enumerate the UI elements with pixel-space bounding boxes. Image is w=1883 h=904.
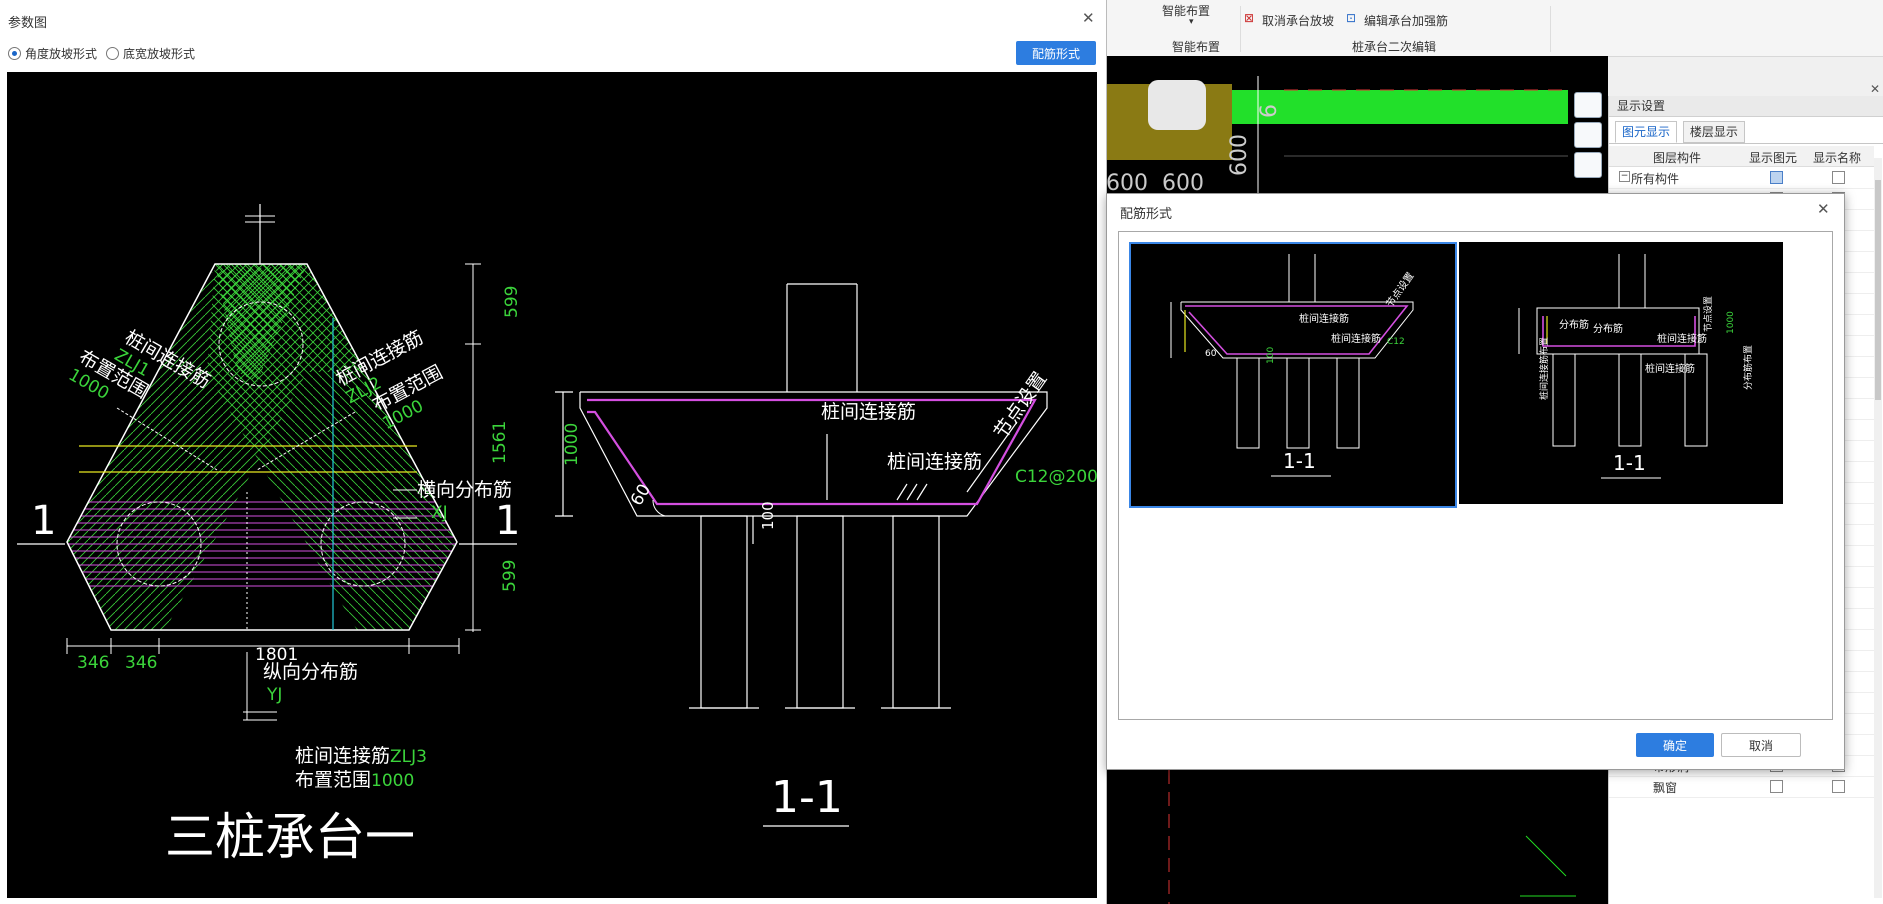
bottom-dim: 100 <box>759 501 777 530</box>
row-label: 飘窗 <box>1653 781 1678 795</box>
thumb1-label: C12 <box>1387 337 1405 347</box>
thumb2-label: 分布筋布置 <box>1742 345 1754 390</box>
thumb2-label: 桩间连接筋 <box>1657 332 1707 345</box>
ribbon-divider <box>1550 6 1551 52</box>
dialog-title: 配筋形式 <box>1120 207 1173 222</box>
cancel-slope-button[interactable]: 取消承台放坡 <box>1262 12 1334 29</box>
cube-view-icon[interactable] <box>1574 152 1602 178</box>
thumb2-label: 分布筋 <box>1559 318 1589 331</box>
cad-dim-label: 600 <box>1227 134 1252 176</box>
close-icon[interactable]: ✕ <box>1817 200 1830 218</box>
thumb1-label: 节点设置 <box>1384 270 1417 310</box>
view-toolbar <box>1568 88 1606 198</box>
spec-label: C12@200 <box>1015 467 1097 487</box>
tab-floor-display[interactable]: 楼层显示 <box>1682 121 1745 143</box>
section-title: 1-1 <box>771 772 843 823</box>
table-row-all[interactable]: − 所有构件 <box>1609 167 1874 189</box>
scrollbar[interactable] <box>1874 158 1882 898</box>
rebar-option-1[interactable]: 桩间连接筋 节点设置 桩间连接筋 C12 100 60 1-1 <box>1129 242 1457 508</box>
show-name-checkbox[interactable] <box>1832 780 1845 793</box>
param-window: 参数图 ✕ 角度放坡形式 底宽放坡形式 配筋形式 1 1 桩间连接筋 ZLJ1 … <box>0 0 1107 904</box>
section-mark-left: 1 <box>31 498 56 544</box>
table-header: 图层构件 显示图元 显示名称 <box>1609 146 1874 167</box>
zlj3-label: 桩间连接筋ZLJ3 <box>295 745 427 767</box>
radio-width[interactable] <box>106 47 119 60</box>
ribbon-group-pile: 桩承台二次编辑 <box>1352 40 1437 54</box>
section-mark-right: 1 <box>495 498 520 544</box>
thumb1-label: 桩间连接筋 <box>1299 312 1349 325</box>
dim-right-top: 599 <box>502 286 522 318</box>
slope-option-width[interactable]: 底宽放坡形式 <box>106 45 195 62</box>
dim-bottom-2: 346 <box>125 653 157 673</box>
show-element-checkbox[interactable] <box>1770 780 1783 793</box>
green-mark <box>1525 835 1567 877</box>
cad-dim-label: 6 <box>1257 104 1282 118</box>
plan-view: 1 1 <box>17 204 520 721</box>
slope-option-angle[interactable]: 角度放坡形式 <box>8 45 97 62</box>
dim-right-middle: 1561 <box>490 421 510 464</box>
yj-code: YJ <box>266 685 282 705</box>
show-element-checkbox[interactable] <box>1770 171 1783 184</box>
rebar-option-2[interactable]: 分布筋 分布筋 桩间连接筋 桩间连接筋 桩间连接筋布置 分布筋布置 节点设置 1… <box>1459 242 1783 504</box>
option-label: 角度放坡形式 <box>25 47 98 61</box>
thumb2-label: 桩间连接筋布置 <box>1538 337 1550 400</box>
3d-view-icon[interactable] <box>1574 122 1602 148</box>
thumb2-label: 桩间连接筋 <box>1645 362 1695 375</box>
tab-element-display[interactable]: 图元显示 <box>1615 121 1678 143</box>
cancel-button[interactable]: 取消 <box>1721 733 1801 757</box>
scrollbar-thumb[interactable] <box>1875 180 1881 400</box>
window-title: 参数图 <box>8 16 48 31</box>
edit-strengthen-button[interactable]: 编辑承台加强筋 <box>1364 12 1448 29</box>
thumbnail-area: 桩间连接筋 节点设置 桩间连接筋 C12 100 60 1-1 分布筋 分布筋 … <box>1118 231 1833 720</box>
chevron-down-icon[interactable]: ▾ <box>1189 17 1194 27</box>
thumb2-caption: 1-1 <box>1613 451 1646 475</box>
option-label: 底宽放坡形式 <box>123 47 196 61</box>
thumb2-label: 节点设置 <box>1703 296 1714 332</box>
radio-angle-selected[interactable] <box>8 47 21 60</box>
plan-title: 三桩承台一 <box>165 808 415 866</box>
thumb1-label: 100 <box>1266 347 1276 364</box>
column-header: 显示图元 <box>1749 151 1798 165</box>
thumb2-label: 分布筋 <box>1593 322 1623 335</box>
dim-bottom-total: 1801 <box>255 645 298 665</box>
dim-right-bottom: 599 <box>500 560 520 592</box>
table-row[interactable]: 飘窗 <box>1609 776 1874 798</box>
dim-bottom-1: 346 <box>77 653 109 673</box>
show-name-checkbox[interactable] <box>1832 171 1845 184</box>
section-conn-label-2: 桩间连接筋 <box>887 451 982 473</box>
xj-code: XJ <box>431 503 448 523</box>
edit-strengthen-icon: ⊡ <box>1346 11 1357 25</box>
confirm-button[interactable]: 确定 <box>1636 733 1714 757</box>
close-icon[interactable]: ✕ <box>1082 9 1095 27</box>
collapse-icon[interactable]: − <box>1619 171 1630 182</box>
orbit-icon[interactable] <box>1574 92 1602 118</box>
column-header: 显示名称 <box>1813 151 1862 165</box>
rebar-form-dialog: 配筋形式 ✕ 桩间连接筋 节点设置 桩间连接筋 C12 100 60 1-1 分… <box>1106 193 1845 770</box>
thumb1-label: 桩间连接筋 <box>1331 332 1381 345</box>
section-conn-label-1: 桩间连接筋 <box>821 401 916 423</box>
thumb1-label: 60 <box>1205 349 1217 359</box>
ribbon-divider <box>1240 6 1241 52</box>
thumb1-caption: 1-1 <box>1283 449 1316 473</box>
cancel-slope-icon: ⊠ <box>1244 11 1255 25</box>
thumb2-label: 1000 <box>1726 311 1736 334</box>
row-label: 所有构件 <box>1631 172 1680 186</box>
panel-title: 显示设置 <box>1609 96 1883 117</box>
section-height-dim: 1000 <box>562 423 582 466</box>
smart-layout-button[interactable]: 智能布置 <box>1162 2 1210 19</box>
ribbon-group-smart: 智能布置 <box>1172 40 1221 54</box>
node-setting-label: 节点设置 <box>990 368 1052 443</box>
column-shape <box>1148 80 1206 130</box>
xj-label: 横向分布筋 <box>417 479 512 501</box>
zlj3-range: 布置范围1000 <box>295 769 414 791</box>
column-header: 图层构件 <box>1653 151 1702 165</box>
param-drawing: 1 1 桩间连接筋 ZLJ1 布置范围 1000 桩间连接筋 ZLJ2 布置范围… <box>7 72 1097 898</box>
close-icon[interactable]: ✕ <box>1870 82 1880 96</box>
rebar-form-button[interactable]: 配筋形式 <box>1016 41 1096 65</box>
ribbon: 智能布置 ▾ 智能布置 ⊠ 取消承台放坡 ⊡ 编辑承台加强筋 桩承台二次编辑 <box>1106 0 1883 57</box>
